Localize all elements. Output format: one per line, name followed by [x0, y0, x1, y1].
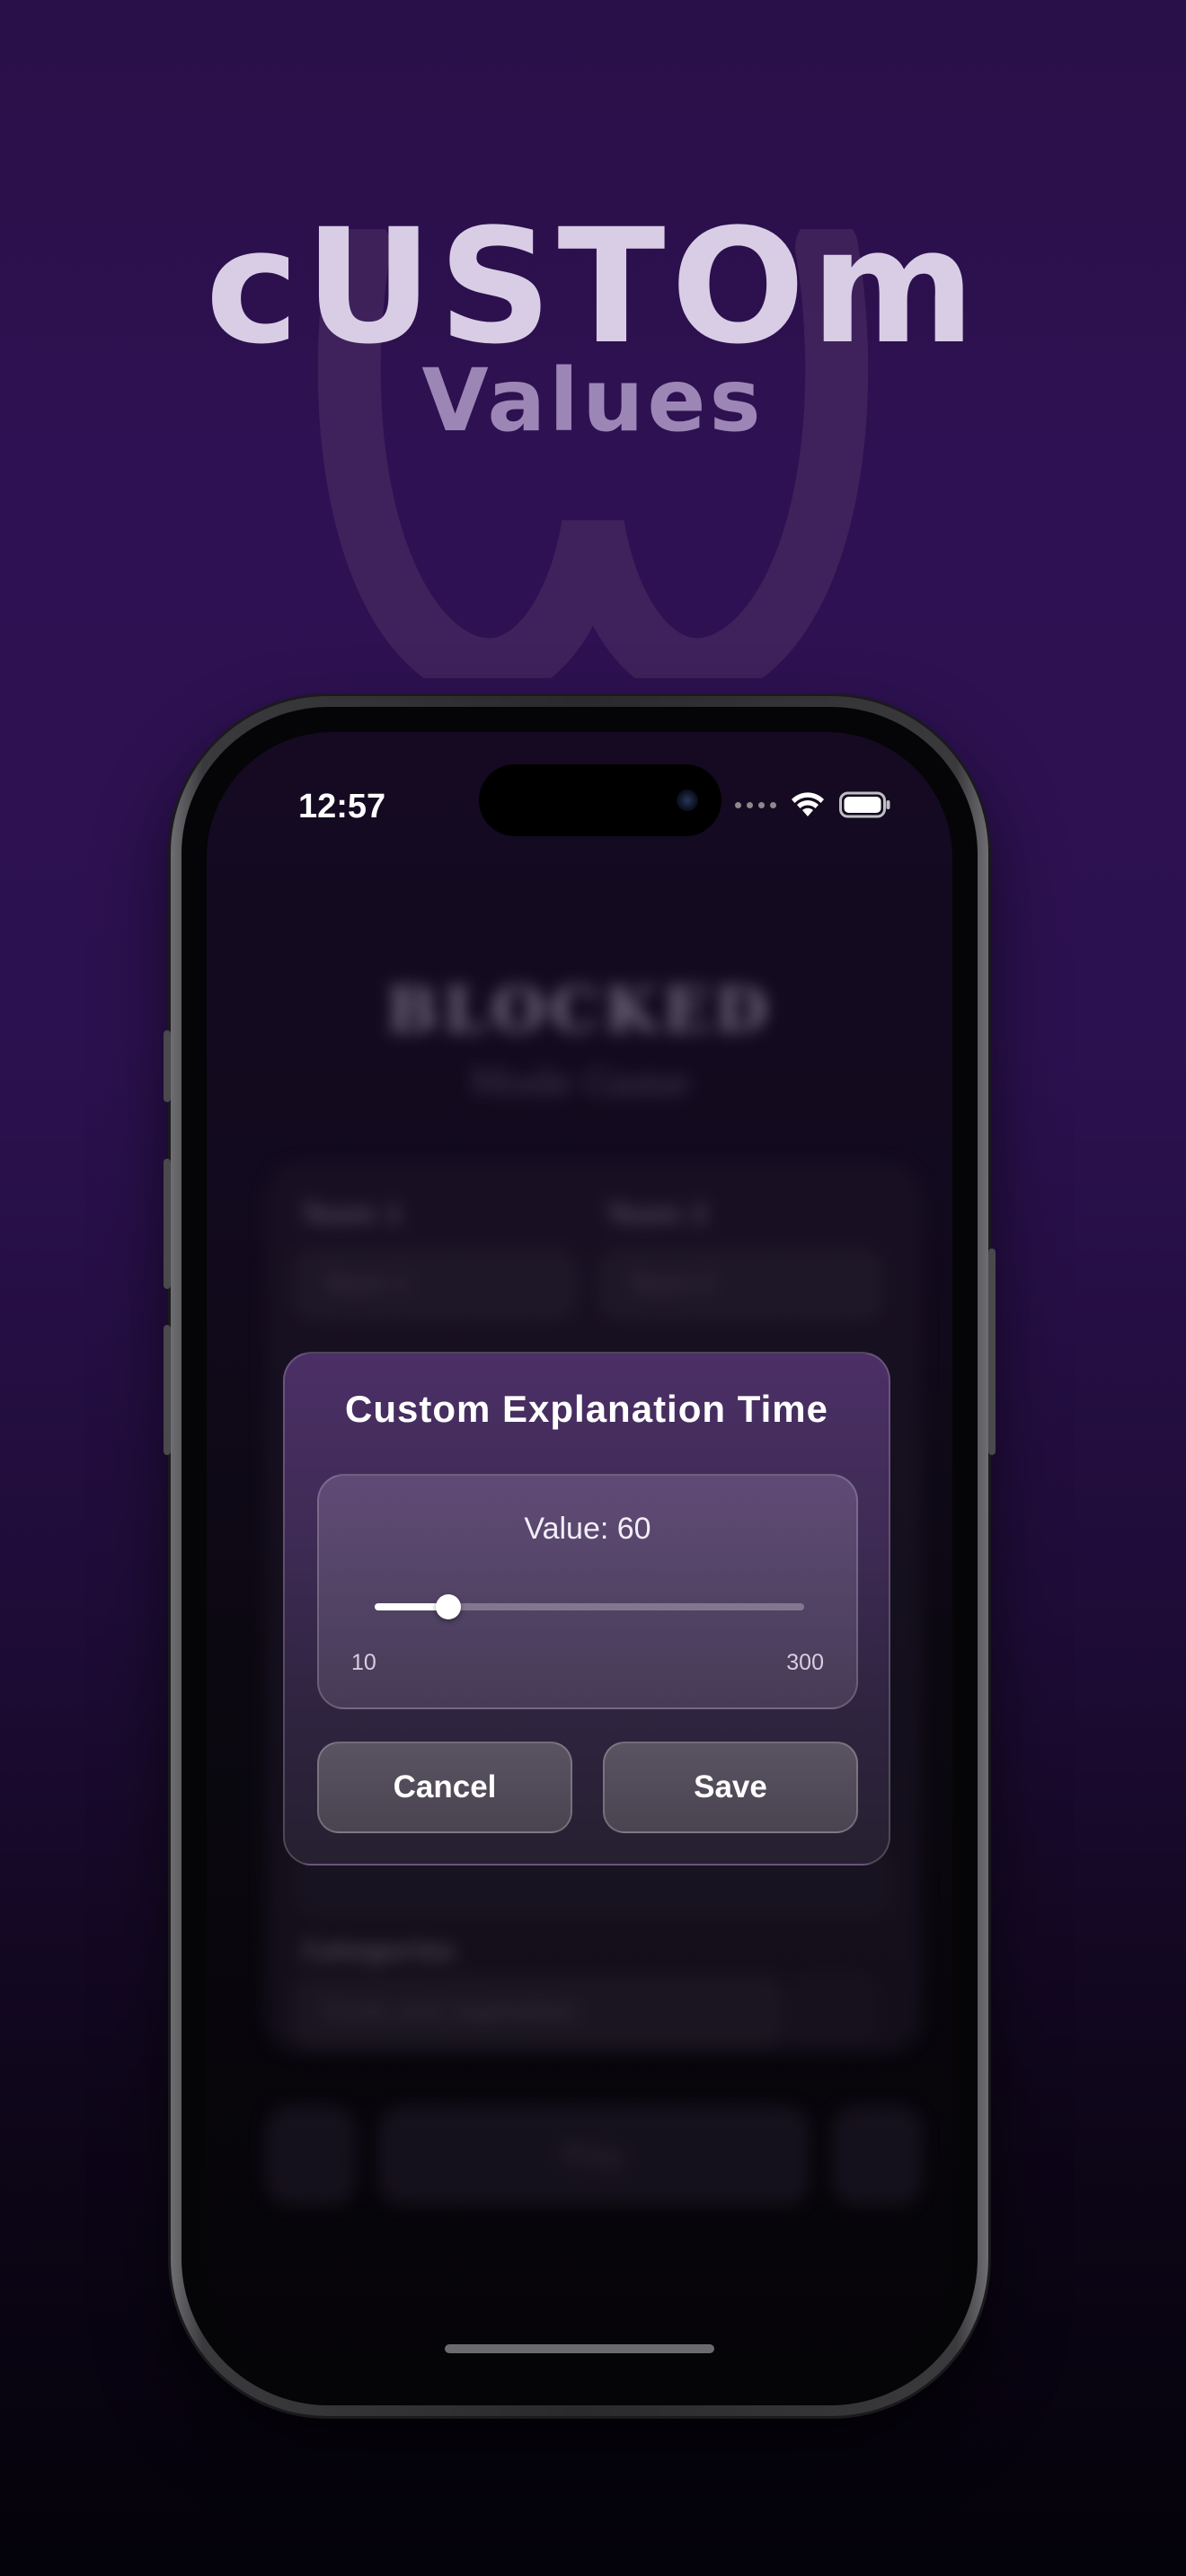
phone-bezel: BLOCKED Mode Game Team 1 Team 2 Team 1 T…	[181, 707, 978, 2405]
bg-play-label: Play	[563, 2139, 624, 2173]
bg-team2-label: Team 2	[607, 1199, 708, 1229]
bg-bottom-bar: Play	[266, 2106, 922, 2205]
power-button	[988, 1248, 996, 1455]
bg-team2-field: Team 2	[598, 1248, 882, 1320]
time-slider[interactable]	[375, 1594, 804, 1619]
cancel-button[interactable]: Cancel	[317, 1742, 572, 1833]
bg-clear-button	[787, 1976, 877, 2048]
phone-screen: BLOCKED Mode Game Team 1 Team 2 Team 1 T…	[207, 732, 952, 2380]
status-time: 12:57	[298, 788, 386, 825]
volume-down-button	[164, 1325, 171, 1455]
bg-title: BLOCKED	[385, 975, 774, 1046]
bg-team1-field: Team 1	[293, 1248, 577, 1320]
slider-min-label: 10	[351, 1650, 376, 1675]
hero-title: cUSTOm	[205, 195, 981, 379]
slider-max-label: 300	[786, 1650, 824, 1675]
value-card: Value: 60 10 300	[317, 1474, 858, 1709]
hero-subtitle: Values	[421, 350, 765, 451]
save-button[interactable]: Save	[603, 1742, 858, 1833]
status-icons	[735, 791, 891, 818]
front-camera-icon	[677, 790, 698, 811]
bg-left-button	[266, 2106, 356, 2205]
bg-right-button	[832, 2106, 922, 2205]
custom-time-dialog: Custom Explanation Time Value: 60 10 300…	[283, 1352, 890, 1866]
signal-dots-icon	[735, 801, 776, 808]
bg-play-button: Play	[378, 2106, 810, 2205]
bg-categories-label: Categories	[302, 1936, 456, 1965]
dynamic-island	[479, 764, 721, 836]
phone-frame: BLOCKED Mode Game Team 1 Team 2 Team 1 T…	[164, 696, 996, 2416]
bg-team1-label: Team 1	[302, 1199, 403, 1229]
slider-thumb[interactable]	[436, 1594, 461, 1619]
bg-subtitle: Mode Game	[469, 1063, 690, 1104]
dialog-title: Custom Explanation Time	[345, 1388, 828, 1430]
wifi-icon	[792, 792, 824, 816]
hero-banner: cUSTOm Values	[0, 0, 1186, 701]
battery-icon	[839, 791, 890, 818]
volume-up-button	[164, 1159, 171, 1289]
home-indicator	[445, 2344, 714, 2353]
action-button	[164, 1030, 171, 1102]
bg-category-field: Fruits and vegetables	[293, 1976, 783, 2048]
value-label: Value: 60	[524, 1512, 651, 1546]
